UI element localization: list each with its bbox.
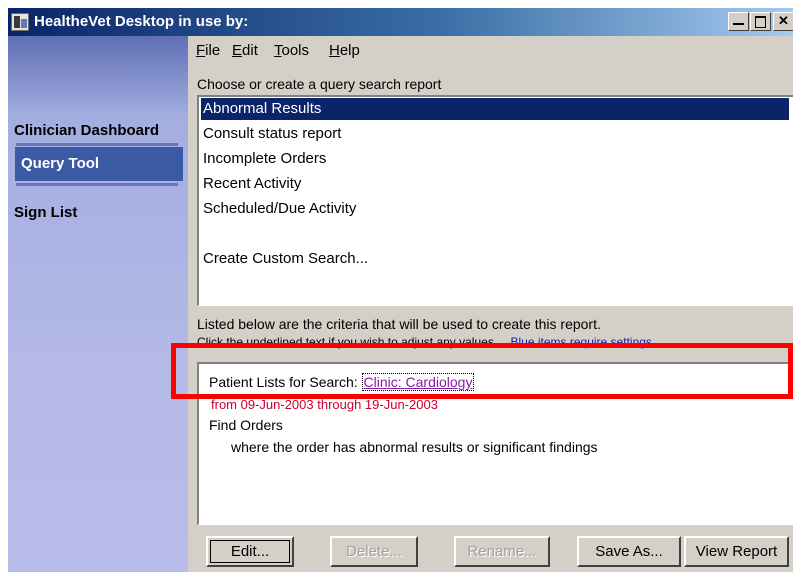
app-window: HealtheVet Desktop in use by: ✕ Clinicia… [7,7,793,572]
sidebar-item-query-tool[interactable]: Query Tool [15,147,183,181]
sidebar-item-sign-list[interactable]: Sign List [14,204,77,221]
title-bar[interactable]: HealtheVet Desktop in use by: ✕ [8,8,793,36]
report-list[interactable]: Abnormal Results Consult status report I… [197,95,793,306]
close-icon: ✕ [778,13,789,28]
minimize-button[interactable] [728,12,749,31]
sidebar-item-clinician-dashboard[interactable]: Clinician Dashboard [14,122,159,139]
report-list-heading: Choose or create a query search report [197,76,442,92]
criteria-heading: Listed below are the criteria that will … [197,316,601,332]
menu-tools[interactable]: Tools [274,42,309,59]
menu-file[interactable]: File [196,42,220,59]
find-orders-condition: where the order has abnormal results or … [231,439,598,455]
rename-button[interactable]: Rename... [454,536,550,567]
find-orders-label: Find Orders [209,417,283,433]
list-item-consult-status[interactable]: Consult status report [201,123,341,145]
annotation-highlight-box [171,343,793,399]
sidebar-divider [16,143,178,146]
list-item-scheduled-due[interactable]: Scheduled/Due Activity [201,198,356,220]
list-item-abnormal-results[interactable]: Abnormal Results [201,98,789,120]
minimize-icon [733,23,744,25]
maximize-icon [755,16,766,28]
sidebar-divider [16,183,178,186]
menu-edit[interactable]: Edit [232,42,258,59]
list-item-incomplete-orders[interactable]: Incomplete Orders [201,148,326,170]
view-report-button[interactable]: View Report [684,536,789,567]
menu-help[interactable]: Help [329,42,360,59]
window-title: HealtheVet Desktop in use by: [34,13,249,30]
app-icon[interactable] [11,13,29,31]
save-as-button[interactable]: Save As... [577,536,681,567]
list-item-recent-activity[interactable]: Recent Activity [201,173,301,195]
close-button[interactable]: ✕ [773,12,793,31]
sidebar: Clinician Dashboard Query Tool Sign List [8,36,188,572]
delete-button[interactable]: Delete... [330,536,418,567]
maximize-button[interactable] [750,12,771,31]
date-range-link[interactable]: from 09-Jun-2003 through 19-Jun-2003 [211,397,438,412]
edit-button[interactable]: Edit... [206,536,294,567]
list-item-create-custom-search[interactable]: Create Custom Search... [201,248,368,270]
